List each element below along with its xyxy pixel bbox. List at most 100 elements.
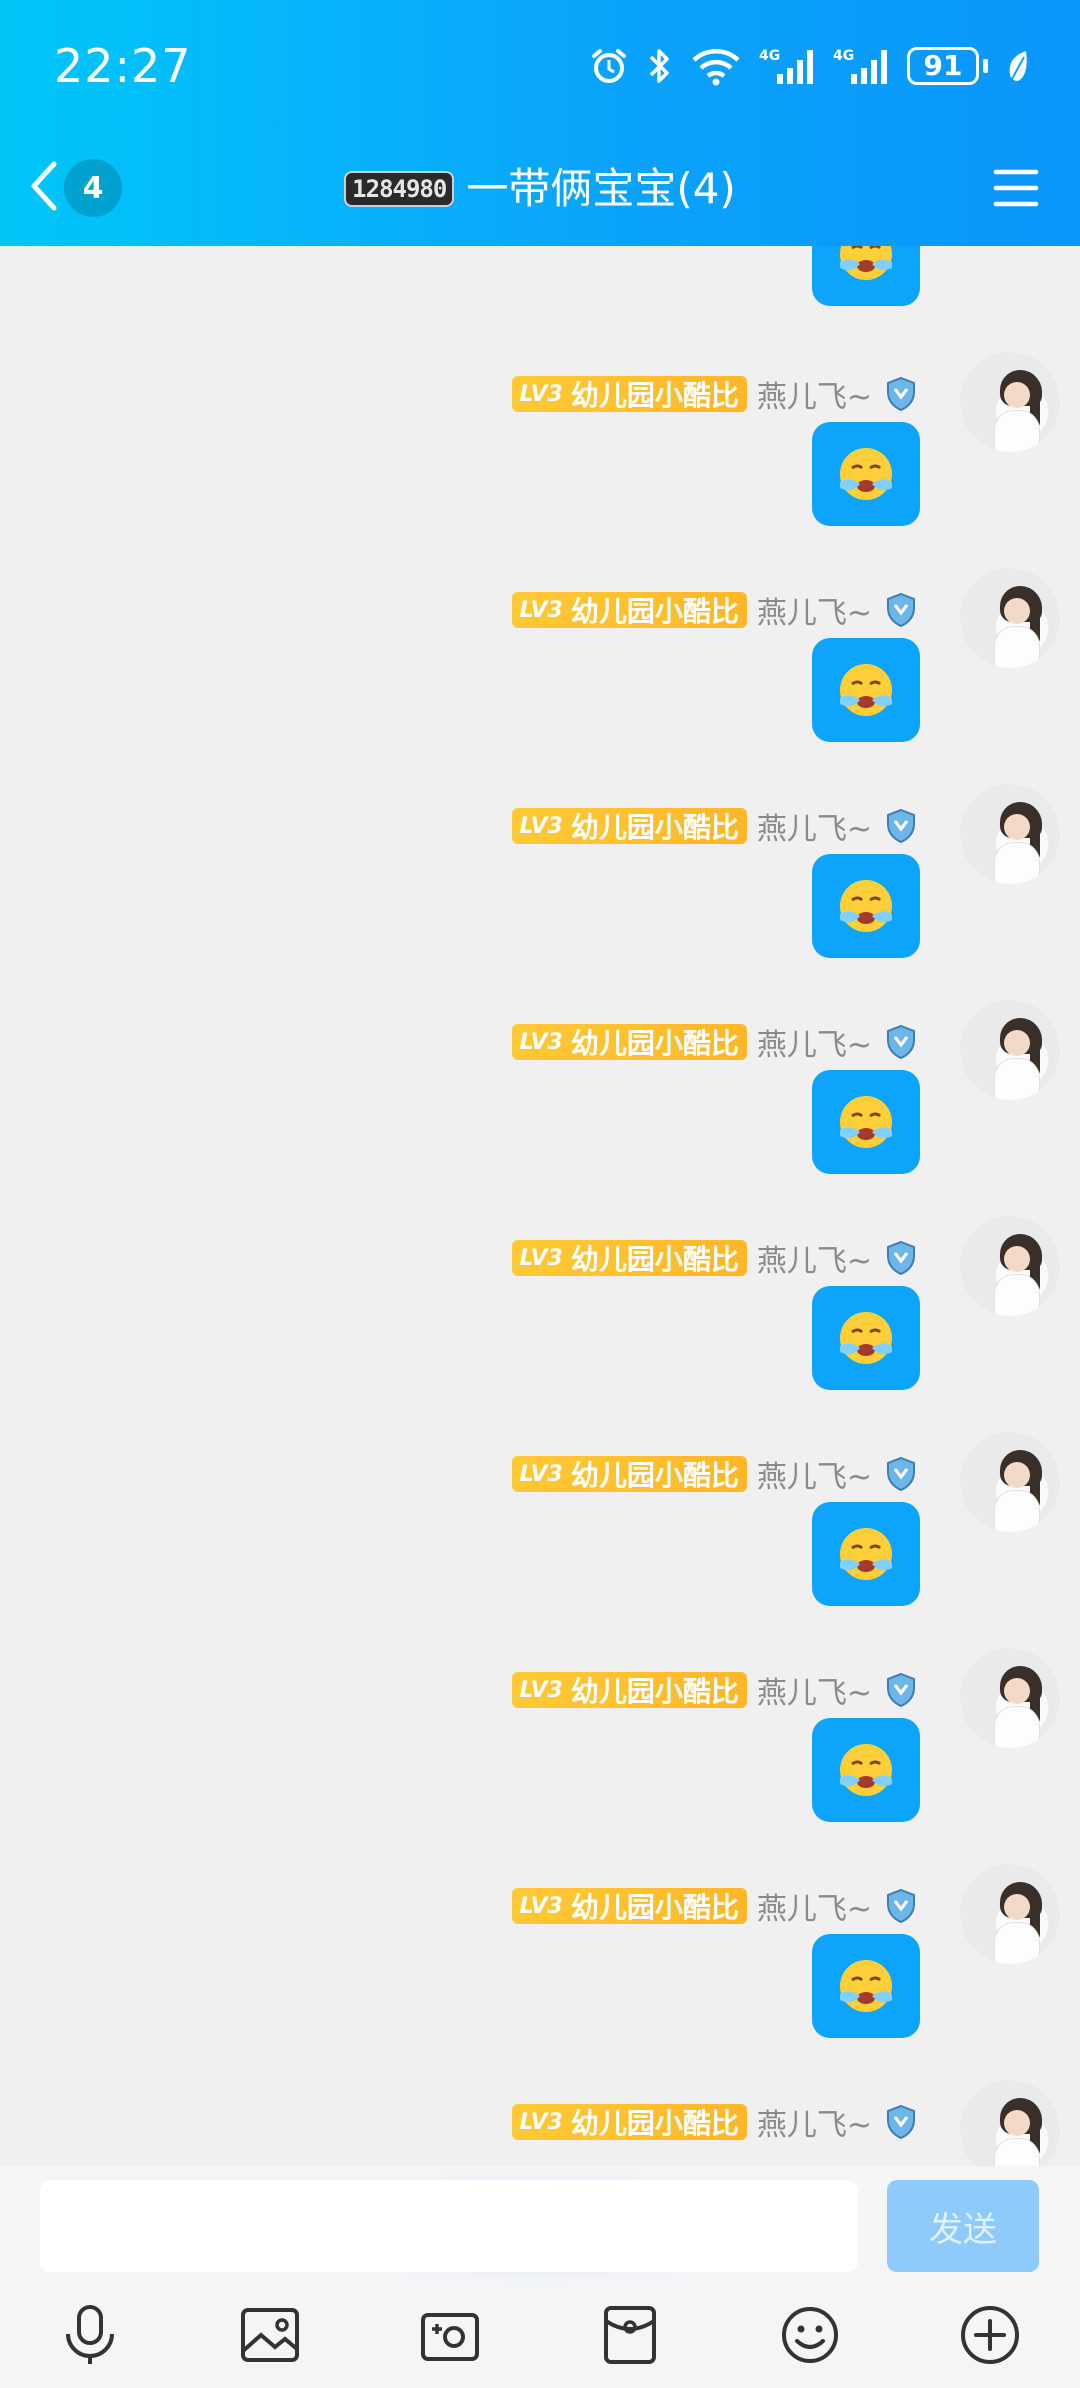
message-sender-header: LV3 幼儿园小酷比 燕儿飞~ (511, 1452, 920, 1496)
member-level-badge[interactable]: LV3 幼儿园小酷比 (511, 808, 747, 844)
emoji-button[interactable] (775, 2300, 845, 2370)
group-number-badge: 1284980 (344, 171, 455, 207)
level-label: LV3 (519, 2109, 563, 2135)
input-area: 发送 (0, 2166, 1080, 2388)
red-packet-button[interactable] (595, 2300, 665, 2370)
message-sender-header: LV3 幼儿园小酷比 燕儿飞~ (511, 372, 920, 416)
image-icon (241, 2308, 299, 2362)
chat-message-list[interactable]: LV3 幼儿园小酷比 燕儿飞~ LV3 幼儿园小酷比 燕儿飞~ LV3 幼儿园小… (0, 246, 1080, 2166)
menu-button[interactable] (990, 162, 1042, 214)
member-level-badge[interactable]: LV3 幼儿园小酷比 (511, 592, 747, 628)
message-bubble[interactable] (812, 1070, 920, 1174)
member-level-badge[interactable]: LV3 幼儿园小酷比 (511, 1888, 747, 1924)
message-row: LV3 幼儿园小酷比 燕儿飞~ (500, 2080, 1060, 2166)
avatar[interactable] (960, 1432, 1060, 1532)
member-level-badge[interactable]: LV3 幼儿园小酷比 (511, 2104, 747, 2140)
member-title: 幼儿园小酷比 (570, 1459, 739, 1492)
leaf-icon (1006, 49, 1030, 83)
shield-badge-icon (887, 2104, 915, 2140)
sender-nickname[interactable]: 燕儿飞~ (757, 588, 872, 632)
level-label: LV3 (519, 1461, 563, 1487)
shield-badge-icon (887, 1024, 915, 1060)
camera-button[interactable] (415, 2300, 485, 2370)
sender-nickname[interactable]: 燕儿飞~ (757, 804, 872, 848)
alarm-icon (589, 46, 629, 86)
message-bubble[interactable] (812, 422, 920, 526)
status-icons: 4G 4G 91 (589, 44, 1030, 88)
crying-face-emoji-icon (840, 664, 892, 716)
message-bubble[interactable] (812, 1286, 920, 1390)
message-bubble[interactable] (812, 1502, 920, 1606)
member-title: 幼儿园小酷比 (570, 1675, 739, 1708)
message-bubble[interactable] (812, 1718, 920, 1822)
member-level-badge[interactable]: LV3 幼儿园小酷比 (511, 1672, 747, 1708)
member-level-badge[interactable]: LV3 幼儿园小酷比 (511, 1240, 747, 1276)
member-title: 幼儿园小酷比 (570, 379, 739, 412)
sender-nickname[interactable]: 燕儿飞~ (757, 2100, 872, 2144)
sender-nickname[interactable]: 燕儿飞~ (757, 1236, 872, 1280)
message-sender-header: LV3 幼儿园小酷比 燕儿飞~ (511, 1020, 920, 1064)
header: 22:27 4G 4G 91 4 1284980 一带俩宝宝(4) (0, 0, 1080, 246)
shield-badge-icon (887, 808, 915, 844)
avatar[interactable] (960, 568, 1060, 668)
sender-nickname[interactable]: 燕儿飞~ (757, 1020, 872, 1064)
image-button[interactable] (235, 2300, 305, 2370)
microphone-button[interactable] (55, 2300, 125, 2370)
message-row: LV3 幼儿园小酷比 燕儿飞~ (500, 1432, 1060, 1668)
message-row: LV3 幼儿园小酷比 燕儿飞~ (500, 568, 1060, 804)
shield-badge-icon (887, 1456, 915, 1492)
battery-indicator: 91 (907, 47, 988, 85)
microphone-icon (66, 2305, 114, 2364)
crying-face-emoji-icon (840, 448, 892, 500)
level-label: LV3 (519, 1893, 563, 1919)
message-row: LV3 幼儿园小酷比 燕儿飞~ (500, 784, 1060, 1020)
shield-badge-icon (887, 1672, 915, 1708)
signal-4g-icon-1: 4G (759, 46, 815, 86)
wifi-icon (691, 46, 741, 86)
svg-text:4G: 4G (833, 48, 854, 64)
input-toolbar (0, 2300, 1080, 2380)
message-bubble[interactable] (812, 1934, 920, 2038)
message-bubble[interactable] (812, 638, 920, 742)
message-input[interactable] (40, 2180, 858, 2272)
message-sender-header: LV3 幼儿园小酷比 燕儿飞~ (511, 1236, 920, 1280)
message-sender-header: LV3 幼儿园小酷比 燕儿飞~ (511, 2100, 920, 2144)
member-level-badge[interactable]: LV3 幼儿园小酷比 (511, 1024, 747, 1060)
shield-badge-icon (887, 592, 915, 628)
message-sender-header: LV3 幼儿园小酷比 燕儿飞~ (511, 1884, 920, 1928)
member-title: 幼儿园小酷比 (570, 811, 739, 844)
status-time: 22:27 (54, 39, 192, 93)
level-label: LV3 (519, 597, 563, 623)
avatar[interactable] (960, 1000, 1060, 1100)
send-button[interactable]: 发送 (887, 2180, 1039, 2272)
sender-nickname[interactable]: 燕儿飞~ (757, 1884, 872, 1928)
avatar[interactable] (960, 784, 1060, 884)
avatar[interactable] (960, 1864, 1060, 1964)
sender-nickname[interactable]: 燕儿飞~ (757, 372, 872, 416)
crying-face-emoji-icon (840, 246, 892, 280)
sender-nickname[interactable]: 燕儿飞~ (757, 1452, 872, 1496)
status-bar: 22:27 4G 4G 91 (0, 0, 1080, 132)
sender-nickname[interactable]: 燕儿飞~ (757, 1668, 872, 1712)
message-row: LV3 幼儿园小酷比 燕儿飞~ (500, 1648, 1060, 1884)
avatar[interactable] (960, 1648, 1060, 1748)
level-label: LV3 (519, 381, 563, 407)
bluetooth-icon (647, 46, 673, 86)
member-title: 幼儿园小酷比 (570, 2107, 739, 2140)
crying-face-emoji-icon (840, 1528, 892, 1580)
member-title: 幼儿园小酷比 (570, 1891, 739, 1924)
plus-button[interactable] (955, 2300, 1025, 2370)
avatar[interactable] (960, 352, 1060, 452)
member-level-badge[interactable]: LV3 幼儿园小酷比 (511, 1456, 747, 1492)
battery-tip (983, 59, 988, 73)
crying-face-emoji-icon (840, 1312, 892, 1364)
shield-badge-icon (887, 1888, 915, 1924)
avatar[interactable] (960, 1216, 1060, 1316)
message-bubble[interactable] (812, 854, 920, 958)
message-row-partial (500, 246, 1060, 368)
battery-level: 91 (907, 47, 979, 85)
message-row: LV3 幼儿园小酷比 燕儿飞~ (500, 1216, 1060, 1452)
member-level-badge[interactable]: LV3 幼儿园小酷比 (511, 376, 747, 412)
message-bubble[interactable] (812, 246, 920, 306)
message-row: LV3 幼儿园小酷比 燕儿飞~ (500, 352, 1060, 588)
